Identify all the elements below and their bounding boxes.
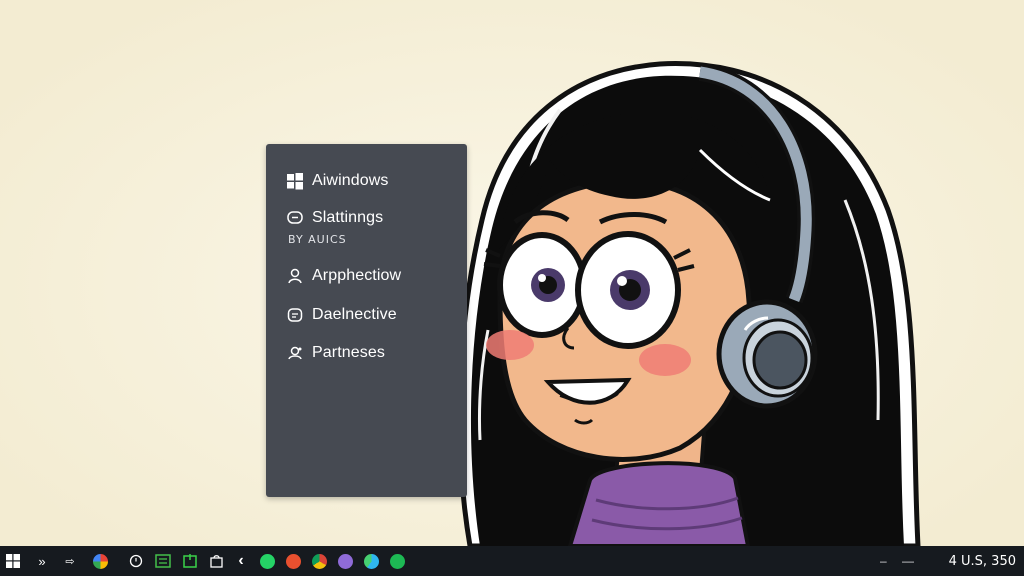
taskbar: » ⇨ ‹ – — 4 U.S, 350 [0, 546, 1024, 576]
menu-item-sublabel: BY AUICS [288, 233, 347, 246]
menu-item-aiwindows[interactable]: Aiwindows [286, 172, 389, 190]
bag-icon[interactable] [206, 546, 226, 576]
google-icon[interactable] [89, 546, 111, 576]
calculator-icon[interactable] [153, 546, 173, 576]
chevron-double-right-icon[interactable]: » [32, 546, 52, 576]
green-app-icon[interactable] [180, 546, 200, 576]
edge-icon[interactable] [361, 546, 381, 576]
menu-item-slattinngs[interactable]: Slattinngs [286, 209, 383, 227]
spotify-icon[interactable] [387, 546, 407, 576]
messenger-icon[interactable] [335, 546, 355, 576]
tray-glyph-1[interactable]: – [880, 546, 887, 576]
back-forward-icon[interactable]: ⇨ [60, 546, 80, 576]
menu-item-partneses[interactable]: Partneses [286, 344, 385, 362]
clock-icon[interactable] [126, 546, 146, 576]
start-windows-icon [6, 554, 20, 568]
chrome-icon[interactable] [309, 546, 329, 576]
office-icon[interactable] [283, 546, 303, 576]
people-icon [286, 344, 304, 362]
menu-item-label: Partneses [312, 344, 385, 361]
desktop-wallpaper [0, 0, 1024, 576]
menu-item-arpphectiow[interactable]: Arpphectiow [286, 267, 401, 285]
menu-item-label: Slattinngs [312, 209, 384, 226]
windows-logo-icon [286, 172, 304, 190]
tray-glyph-2[interactable]: — [902, 546, 914, 576]
person-icon [286, 267, 304, 285]
chevron-left-icon[interactable]: ‹ [231, 546, 251, 576]
start-menu: Aiwindows Slattinngs BY AUICS Arpphectio… [266, 144, 467, 497]
whatsapp-icon[interactable] [257, 546, 277, 576]
chat-bubble-icon [286, 209, 304, 227]
tray-clock[interactable]: 4 U.S, 350 [949, 546, 1016, 576]
menu-item-daelnective[interactable]: Daelnective [286, 306, 397, 324]
notes-icon [286, 306, 304, 324]
menu-item-label: Daelnective [312, 306, 397, 323]
menu-item-label: Arpphectiow [312, 267, 402, 284]
start-button[interactable] [2, 546, 24, 576]
menu-item-label: Aiwindows [312, 172, 389, 189]
